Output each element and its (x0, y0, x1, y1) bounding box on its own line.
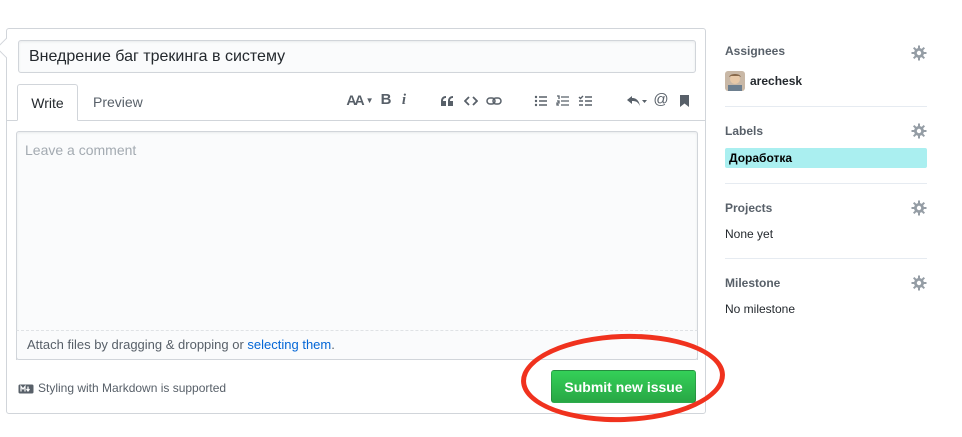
attach-files-bar[interactable]: Attach files by dragging & dropping or s… (16, 330, 698, 360)
italic-icon[interactable]: i (399, 89, 409, 111)
attach-files-text: Attach files by dragging & dropping or (27, 337, 248, 352)
assignee-item[interactable]: arechesk (725, 71, 927, 91)
code-icon[interactable] (463, 89, 479, 111)
issue-title-input[interactable] (18, 40, 696, 73)
labels-heading: Labels (725, 124, 764, 138)
bookmark-icon[interactable] (677, 89, 691, 111)
comment-textarea[interactable] (16, 131, 698, 360)
form-pointer-arrow (0, 38, 16, 58)
gear-icon[interactable] (911, 200, 927, 216)
projects-heading: Projects (725, 201, 773, 215)
assignees-section: Assignees arechesk (725, 28, 927, 107)
gear-icon[interactable] (911, 123, 927, 139)
unordered-list-icon[interactable] (533, 89, 549, 111)
ordered-list-icon[interactable] (555, 89, 571, 111)
bold-icon[interactable]: B (379, 89, 393, 111)
quote-icon[interactable] (439, 89, 455, 111)
projects-value: None yet (725, 227, 774, 241)
new-issue-form: Write Preview AA▼ B i @ (0, 28, 707, 414)
label-dorabotka[interactable]: Доработка (725, 148, 927, 168)
assignees-heading: Assignees (725, 44, 786, 58)
markdown-note-text: Styling with Markdown is supported (38, 381, 227, 395)
gear-icon[interactable] (911, 45, 927, 61)
reply-icon[interactable] (625, 89, 649, 111)
avatar (725, 71, 745, 91)
task-list-icon[interactable] (577, 89, 593, 111)
gear-icon[interactable] (911, 275, 927, 291)
tab-write[interactable]: Write (17, 84, 78, 121)
mention-icon[interactable]: @ (653, 89, 669, 111)
text-size-icon[interactable]: AA ▼ (345, 89, 375, 111)
projects-section: Projects None yet (725, 184, 927, 259)
text-size-label: AA (346, 92, 364, 108)
milestone-value: No milestone (725, 302, 796, 316)
issue-sidebar: Assignees arechesk Labels Доработка Proj… (725, 28, 927, 329)
markdown-support-note[interactable]: Styling with Markdown is supported (18, 381, 226, 395)
milestone-heading: Milestone (725, 276, 781, 290)
markdown-icon (18, 384, 34, 394)
submit-new-issue-button[interactable]: Submit new issue (551, 370, 696, 403)
milestone-section: Milestone No milestone (725, 259, 927, 329)
assignee-username: arechesk (750, 74, 803, 88)
markdown-toolbar: AA ▼ B i @ (7, 89, 707, 111)
selecting-them-link[interactable]: selecting them (247, 337, 331, 352)
labels-section: Labels Доработка (725, 107, 927, 184)
tabs-divider (7, 120, 705, 121)
link-icon[interactable] (485, 89, 503, 111)
attach-files-suffix: . (331, 337, 335, 352)
